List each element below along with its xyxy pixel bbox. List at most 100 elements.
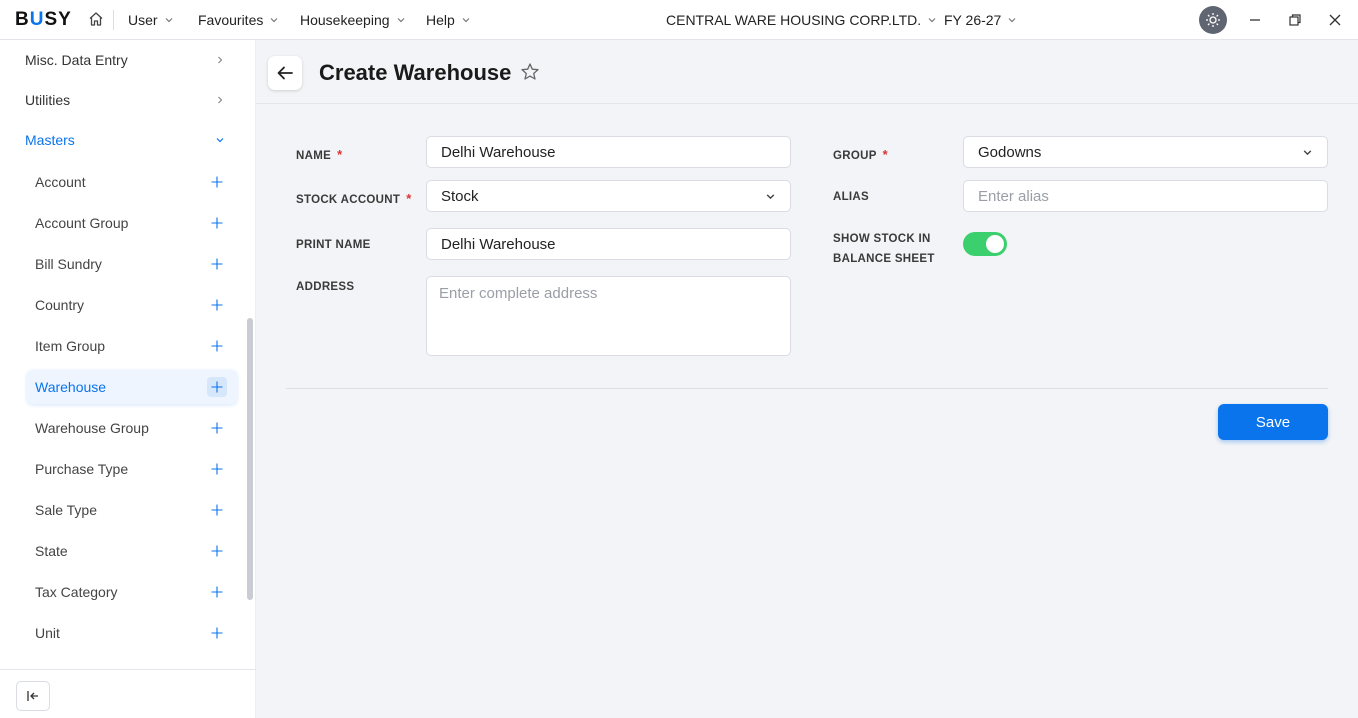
add-state-button[interactable] bbox=[207, 541, 227, 561]
sidebar-item-masters[interactable]: Masters bbox=[25, 132, 225, 148]
save-button[interactable]: Save bbox=[1218, 404, 1328, 440]
menu-user[interactable]: User bbox=[128, 12, 174, 28]
toggle-knob bbox=[986, 235, 1004, 253]
main-content: Create Warehouse NAME * Delhi Warehouse S… bbox=[256, 40, 1358, 718]
name-field[interactable]: Delhi Warehouse bbox=[426, 136, 791, 168]
menu-label: User bbox=[128, 12, 158, 28]
add-sale-type-button[interactable] bbox=[207, 500, 227, 520]
add-bill-sundry-button[interactable] bbox=[207, 254, 227, 274]
add-account-button[interactable] bbox=[207, 172, 227, 192]
chevron-down-icon bbox=[397, 18, 404, 23]
back-button[interactable] bbox=[268, 56, 302, 90]
plus-icon bbox=[211, 586, 223, 598]
chevron-down-icon bbox=[1303, 149, 1312, 155]
home-icon[interactable] bbox=[88, 11, 104, 27]
sidebar-item-bill-sundry[interactable]: Bill Sundry bbox=[27, 247, 237, 281]
sidebar-item-label: Misc. Data Entry bbox=[25, 52, 128, 68]
alias-placeholder: Enter alias bbox=[978, 187, 1049, 205]
add-warehouse-button[interactable] bbox=[207, 377, 227, 397]
add-country-button[interactable] bbox=[207, 295, 227, 315]
sidebar-item-unit[interactable]: Unit bbox=[27, 616, 237, 650]
add-warehouse-group-button[interactable] bbox=[207, 418, 227, 438]
plus-icon bbox=[211, 504, 223, 516]
company-selector[interactable]: CENTRAL WARE HOUSING CORP.LTD. bbox=[666, 12, 937, 28]
alias-field[interactable]: Enter alias bbox=[963, 180, 1328, 212]
add-item-group-button[interactable] bbox=[207, 336, 227, 356]
plus-icon bbox=[211, 340, 223, 352]
close-icon bbox=[1329, 14, 1341, 26]
app-logo: BUSY bbox=[15, 9, 72, 30]
star-icon[interactable] bbox=[520, 62, 540, 82]
sidebar-item-warehouse[interactable]: Warehouse bbox=[27, 370, 237, 404]
plus-icon bbox=[211, 422, 223, 434]
sidebar-item-label: Purchase Type bbox=[35, 461, 129, 477]
sidebar-item-misc-data-entry[interactable]: Misc. Data Entry bbox=[25, 52, 225, 68]
theme-toggle-button[interactable] bbox=[1199, 6, 1227, 34]
add-unit-button[interactable] bbox=[207, 623, 227, 643]
sidebar-item-label: Masters bbox=[25, 132, 75, 148]
name-value: Delhi Warehouse bbox=[441, 143, 556, 161]
plus-icon bbox=[211, 463, 223, 475]
close-button[interactable] bbox=[1325, 10, 1345, 30]
sidebar-footer bbox=[0, 669, 256, 718]
minimize-button[interactable] bbox=[1245, 10, 1265, 30]
required-marker: * bbox=[406, 191, 412, 206]
print-name-field[interactable]: Delhi Warehouse bbox=[426, 228, 791, 260]
menu-label: Favourites bbox=[198, 12, 264, 28]
sidebar-item-state[interactable]: State bbox=[27, 534, 237, 568]
collapse-sidebar-button[interactable] bbox=[16, 681, 50, 711]
print-name-value: Delhi Warehouse bbox=[441, 235, 556, 253]
sidebar-item-account-group[interactable]: Account Group bbox=[27, 206, 237, 240]
menu-favourites[interactable]: Favourites bbox=[198, 12, 279, 28]
required-marker: * bbox=[882, 147, 889, 162]
top-bar: BUSY User Favourites Housekeeping Help C… bbox=[0, 0, 1358, 40]
sidebar-item-item-group[interactable]: Item Group bbox=[27, 329, 237, 363]
restore-icon bbox=[1289, 14, 1301, 26]
chevron-down-icon bbox=[1008, 18, 1016, 23]
sidebar-item-label: Item Group bbox=[35, 338, 106, 354]
menu-label: Help bbox=[426, 12, 455, 28]
name-label: NAME * bbox=[296, 147, 343, 162]
restore-button[interactable] bbox=[1285, 10, 1305, 30]
sidebar-item-country[interactable]: Country bbox=[27, 288, 237, 322]
menu-help[interactable]: Help bbox=[426, 12, 471, 28]
stock-account-select[interactable]: Stock bbox=[426, 180, 791, 212]
sidebar-item-label: Warehouse Group bbox=[35, 420, 149, 436]
group-value: Godowns bbox=[978, 143, 1042, 161]
chevron-right-icon bbox=[218, 96, 223, 104]
company-name: CENTRAL WARE HOUSING CORP.LTD. bbox=[666, 12, 922, 28]
sidebar-item-utilities[interactable]: Utilities bbox=[25, 92, 225, 108]
chevron-down-icon bbox=[165, 18, 172, 23]
sidebar-item-account[interactable]: Account bbox=[27, 165, 237, 199]
plus-icon bbox=[211, 176, 223, 188]
add-purchase-type-button[interactable] bbox=[207, 459, 227, 479]
sidebar-item-sale-type[interactable]: Sale Type bbox=[27, 493, 237, 527]
sidebar-item-label: Warehouse bbox=[35, 379, 107, 395]
chevron-down-icon bbox=[462, 18, 470, 23]
chevron-down-icon bbox=[270, 18, 278, 23]
show-stock-label: SHOW STOCK IN BALANCE SHEET bbox=[833, 233, 935, 265]
arrow-left-icon bbox=[277, 66, 293, 80]
sidebar-item-label: Account bbox=[35, 174, 86, 190]
plus-icon bbox=[211, 381, 223, 393]
sidebar-item-tax-category[interactable]: Tax Category bbox=[27, 575, 237, 609]
add-tax-category-button[interactable] bbox=[207, 582, 227, 602]
add-account-group-button[interactable] bbox=[207, 213, 227, 233]
group-select[interactable]: Godowns bbox=[963, 136, 1328, 168]
sun-icon bbox=[1206, 13, 1220, 27]
fiscal-year-label: FY 26-27 bbox=[944, 12, 1002, 28]
menu-housekeeping[interactable]: Housekeeping bbox=[300, 12, 406, 28]
plus-icon bbox=[211, 258, 223, 270]
plus-icon bbox=[211, 545, 223, 557]
sidebar-item-purchase-type[interactable]: Purchase Type bbox=[27, 452, 237, 486]
minimize-icon bbox=[1250, 19, 1260, 21]
sidebar-item-warehouse-group[interactable]: Warehouse Group bbox=[27, 411, 237, 445]
fiscal-year-selector[interactable]: FY 26-27 bbox=[944, 12, 1017, 28]
sidebar-item-label: Account Group bbox=[35, 215, 129, 231]
address-label: ADDRESS bbox=[296, 281, 355, 293]
group-label: GROUP * bbox=[833, 147, 889, 162]
address-textarea[interactable]: Enter complete address bbox=[426, 276, 791, 356]
show-stock-toggle[interactable] bbox=[963, 232, 1007, 256]
sidebar-scrollbar[interactable] bbox=[247, 318, 253, 600]
alias-label: ALIAS bbox=[833, 191, 869, 203]
